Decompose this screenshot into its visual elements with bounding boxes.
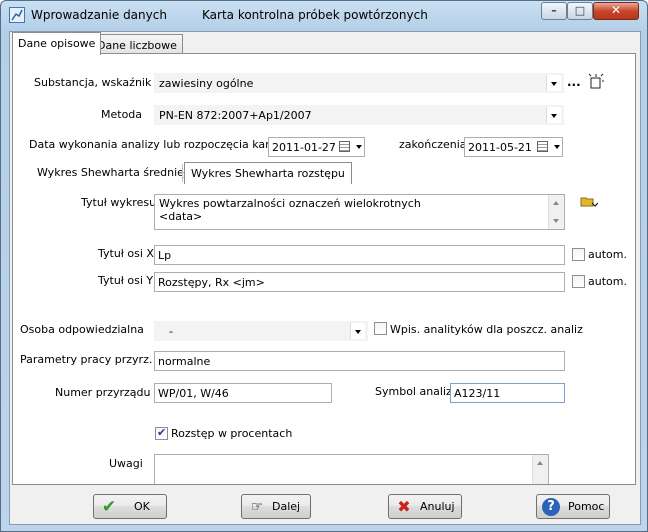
y-axis-label: Tytuł osi Y	[98, 274, 154, 287]
date-end-value: 2011-05-21	[468, 141, 532, 154]
person-value: -	[169, 325, 173, 338]
chevron-down-icon[interactable]	[554, 145, 560, 149]
x-axis-label: Tytuł osi X	[98, 247, 154, 260]
window-title: Wprowadzanie danych	[31, 8, 167, 22]
ok-button-label: OK	[134, 500, 150, 513]
date-start-value: 2011-01-27	[272, 141, 336, 154]
scroll-up-icon[interactable]	[537, 461, 543, 465]
subtab-shewhart-mean[interactable]: Wykres Shewharta średniej	[31, 162, 193, 184]
subtab-divider	[182, 164, 183, 182]
client-area: Dane opisowe Dane liczbowe Substancja, w…	[9, 31, 641, 525]
chevron-down-icon[interactable]	[546, 75, 561, 91]
chevron-down-icon[interactable]	[356, 145, 362, 149]
maximize-button[interactable]: □	[567, 2, 593, 20]
dialog-window: Wprowadzanie danych Karta kontrolna prób…	[0, 0, 648, 532]
person-combo[interactable]: -	[154, 321, 368, 341]
substance-value: zawiesiny ogólne	[159, 77, 254, 90]
notes-textarea[interactable]	[154, 454, 549, 484]
maximize-icon: □	[574, 4, 586, 17]
chevron-down-icon[interactable]	[350, 323, 365, 339]
cross-icon: ✖	[397, 497, 411, 516]
tab-panel-dane-opisowe: Substancja, wskaźnik zawiesiny ogólne ..…	[12, 53, 636, 485]
params-label: Parametry pracy przyrz.	[20, 353, 153, 366]
percent-label: Rozstęp w procentach	[171, 427, 293, 440]
chart-title-scrollbar[interactable]	[548, 195, 564, 229]
close-button[interactable]: ✕	[593, 2, 639, 20]
scroll-down-icon[interactable]	[553, 219, 559, 223]
help-question-icon: ?	[542, 498, 560, 516]
x-axis-input[interactable]: Lp	[154, 245, 565, 265]
x-axis-value: Lp	[158, 249, 172, 262]
calendar-icon[interactable]	[537, 141, 548, 152]
device-input[interactable]: WP/01, W/46	[154, 383, 332, 403]
checkmark-icon: ✔	[101, 497, 117, 517]
method-value: PN-EN 872:2007+Ap1/2007	[159, 109, 312, 122]
y-axis-input[interactable]: Rozstępy, Rx <jm>	[154, 272, 565, 292]
scroll-up-icon[interactable]	[553, 201, 559, 205]
params-value: normalne	[158, 355, 211, 368]
y-axis-value: Rozstępy, Rx <jm>	[158, 276, 265, 289]
new-item-sparkle-icon[interactable]	[587, 73, 605, 91]
chart-title-line-1: Wykres powtarzalności oznaczeń wielokrot…	[159, 197, 421, 210]
person-label: Osoba odpowiedzialna	[20, 323, 144, 336]
method-combo[interactable]: PN-EN 872:2007+Ap1/2007	[154, 105, 564, 125]
symbol-value: A123/11	[454, 387, 501, 400]
y-auto-checkbox[interactable]	[572, 275, 585, 288]
tab-dane-liczbowe[interactable]: Dane liczbowe	[91, 34, 183, 54]
substance-combo[interactable]: zawiesiny ogólne	[154, 73, 564, 93]
notes-scrollbar[interactable]	[532, 455, 548, 484]
symbol-label: Symbol analizy	[375, 385, 459, 398]
minimize-icon: –	[551, 4, 557, 17]
date-start-label: Data wykonania analizy lub rozpoczęcia k…	[29, 138, 281, 151]
app-chart-icon	[9, 7, 25, 23]
y-auto-label: autom.	[588, 275, 627, 288]
help-button-label: Pomoc	[568, 500, 605, 513]
pointing-hand-icon: ☞	[250, 499, 264, 515]
percent-checkbox[interactable]	[155, 426, 168, 440]
tab-dane-opisowe[interactable]: Dane opisowe	[12, 32, 102, 55]
close-icon: ✕	[610, 3, 622, 17]
window-subtitle: Karta kontrolna próbek powtórzonych	[202, 8, 428, 22]
folder-icon[interactable]	[580, 195, 599, 209]
help-button[interactable]: ? Pomoc	[536, 494, 610, 519]
symbol-input[interactable]: A123/11	[450, 383, 565, 403]
chart-title-line-2: <data>	[159, 210, 203, 223]
chart-title-label: Tytuł wykresu	[81, 196, 157, 209]
cancel-button[interactable]: ✖ Anuluj	[388, 494, 462, 519]
cancel-button-label: Anuluj	[420, 500, 455, 513]
substance-browse-button[interactable]: ...	[567, 75, 581, 89]
device-label: Numer przyrządu	[55, 386, 151, 399]
subtab-shewhart-range[interactable]: Wykres Shewharta rozstępu	[184, 162, 352, 184]
params-input[interactable]: normalne	[154, 351, 565, 371]
date-start-picker[interactable]: 2011-01-27	[268, 137, 365, 157]
calendar-icon[interactable]	[339, 141, 350, 152]
next-button[interactable]: ☞ Dalej	[241, 494, 311, 519]
ok-button[interactable]: ✔ OK	[93, 494, 167, 519]
chevron-down-icon[interactable]	[546, 107, 561, 123]
date-end-picker[interactable]: 2011-05-21	[464, 137, 563, 157]
date-end-label: zakończenia	[399, 138, 467, 151]
device-value: WP/01, W/46	[158, 387, 229, 400]
per-analyst-label: Wpis. analityków dla poszcz. analiz	[390, 323, 583, 336]
method-label: Metoda	[101, 108, 143, 121]
minimize-button[interactable]: –	[541, 2, 567, 20]
per-analyst-checkbox[interactable]	[374, 322, 387, 335]
chart-title-textarea[interactable]: Wykres powtarzalności oznaczeń wielokrot…	[154, 194, 565, 230]
substance-label: Substancja, wskaźnik	[34, 76, 152, 89]
notes-label: Uwagi	[109, 457, 143, 470]
next-button-label: Dalej	[272, 500, 301, 513]
x-auto-checkbox[interactable]	[572, 248, 585, 261]
x-auto-label: autom.	[588, 248, 627, 261]
title-bar[interactable]: Wprowadzanie danych Karta kontrolna prób…	[1, 1, 647, 29]
